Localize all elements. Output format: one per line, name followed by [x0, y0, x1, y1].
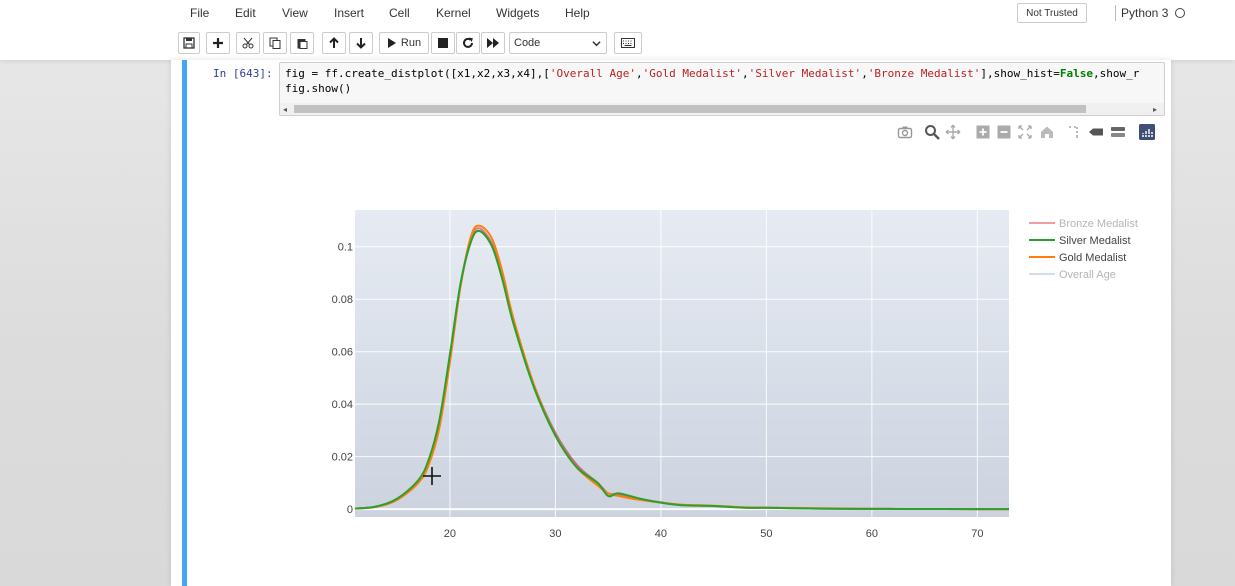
kernel-idle-icon	[1175, 8, 1185, 18]
x-tick-label: 50	[760, 528, 772, 540]
hover-compare-icon[interactable]	[1110, 124, 1126, 140]
code-cell-input[interactable]: fig = ff.create_distplot([x1,x2,x3,x4],[…	[279, 62, 1165, 116]
code-line-1: fig = ff.create_distplot([x1,x2,x3,x4],[…	[285, 67, 1140, 80]
y-tick-label: 0.04	[332, 399, 353, 411]
legend-label-overall-age: Overall Age	[1059, 269, 1116, 281]
legend-label-silver-medalist: Silver Medalist	[1059, 235, 1131, 247]
autoscale-icon[interactable]	[1017, 124, 1033, 140]
x-tick-label: 30	[549, 528, 561, 540]
cell-type-select[interactable]: Code	[509, 32, 607, 54]
stop-icon	[438, 38, 448, 48]
trust-status-button[interactable]: Not Trusted	[1017, 3, 1087, 23]
paste-button[interactable]	[290, 32, 314, 54]
run-label: Run	[400, 37, 422, 49]
distplot-chart: 20 30 40 50 60 70 0 0.02 0.04 0.06 0.08 0.1 Bronze M…	[332, 210, 1138, 540]
insert-cell-button[interactable]	[206, 32, 230, 54]
save-icon	[183, 37, 195, 49]
x-tick-label: 20	[444, 528, 456, 540]
plot-area	[355, 210, 1009, 517]
move-up-button[interactable]	[322, 32, 346, 54]
fast-forward-icon	[487, 38, 499, 48]
scrollbar-thumb[interactable]	[294, 105, 1086, 113]
code-line-2: fig.show()	[285, 82, 352, 95]
copy-icon	[269, 37, 281, 49]
camera-icon[interactable]	[897, 124, 913, 140]
menu-kernel[interactable]: Kernel	[436, 6, 471, 20]
toolbar: Run Code	[0, 32, 1235, 56]
legend-label-gold-medalist: Gold Medalist	[1059, 252, 1126, 264]
x-tick-label: 60	[866, 528, 878, 540]
restart-button[interactable]	[456, 32, 480, 54]
horizontal-scrollbar[interactable]: ◂ ▸	[280, 103, 1164, 115]
zoom-icon[interactable]	[924, 124, 940, 140]
arrow-down-icon	[356, 38, 366, 49]
spike-lines-icon[interactable]	[1065, 124, 1081, 140]
menu-edit[interactable]: Edit	[235, 6, 256, 20]
menu-view[interactable]: View	[282, 6, 308, 20]
y-tick-label: 0.1	[338, 242, 353, 254]
x-tick-label: 70	[971, 528, 983, 540]
x-tick-label: 40	[655, 528, 667, 540]
legend-label-bronze-medalist: Bronze Medalist	[1059, 218, 1138, 230]
scroll-left-icon[interactable]: ◂	[283, 105, 287, 114]
zoom-in-icon[interactable]	[975, 124, 991, 140]
scissors-icon	[242, 37, 254, 49]
y-tick-label: 0.08	[332, 294, 353, 306]
hover-closest-icon[interactable]	[1088, 124, 1104, 140]
kernel-separator	[1115, 5, 1116, 21]
chevron-down-icon	[592, 41, 601, 47]
notebook-header: File Edit View Insert Cell Kernel Widget…	[0, 0, 1235, 60]
pan-icon[interactable]	[945, 124, 961, 140]
y-tick-label: 0.02	[332, 452, 353, 464]
scroll-right-icon[interactable]: ▸	[1153, 105, 1157, 114]
plus-icon	[213, 38, 223, 48]
menu-cell[interactable]: Cell	[389, 6, 410, 20]
cut-button[interactable]	[236, 32, 260, 54]
input-prompt: In [643]:	[213, 67, 273, 80]
menu-widgets[interactable]: Widgets	[496, 6, 539, 20]
selected-cell-indicator	[182, 60, 187, 586]
arrow-up-icon	[329, 37, 339, 48]
play-icon	[387, 38, 396, 48]
plotly-logo-icon[interactable]	[1139, 124, 1155, 140]
keyboard-icon	[621, 38, 635, 48]
paste-icon	[297, 39, 308, 49]
kernel-name: Python 3	[1121, 6, 1169, 20]
menu-help[interactable]: Help	[565, 6, 590, 20]
zoom-out-icon[interactable]	[996, 124, 1012, 140]
y-tick-label: 0.06	[332, 347, 353, 359]
plot-modebar	[895, 124, 1160, 140]
interrupt-button[interactable]	[431, 32, 455, 54]
home-icon[interactable]	[1039, 124, 1055, 140]
restart-run-all-button[interactable]	[481, 32, 505, 54]
move-down-button[interactable]	[349, 32, 373, 54]
y-tick-label: 0	[347, 504, 353, 516]
restart-icon	[463, 37, 473, 48]
command-palette-button[interactable]	[614, 32, 642, 54]
copy-button[interactable]	[263, 32, 287, 54]
menu-file[interactable]: File	[190, 6, 209, 20]
run-button[interactable]: Run	[379, 32, 429, 54]
save-button[interactable]	[178, 32, 200, 54]
menu-insert[interactable]: Insert	[334, 6, 364, 20]
cell-type-value: Code	[514, 37, 541, 49]
menu-bar: File Edit View Insert Cell Kernel Widget…	[0, 0, 1235, 28]
